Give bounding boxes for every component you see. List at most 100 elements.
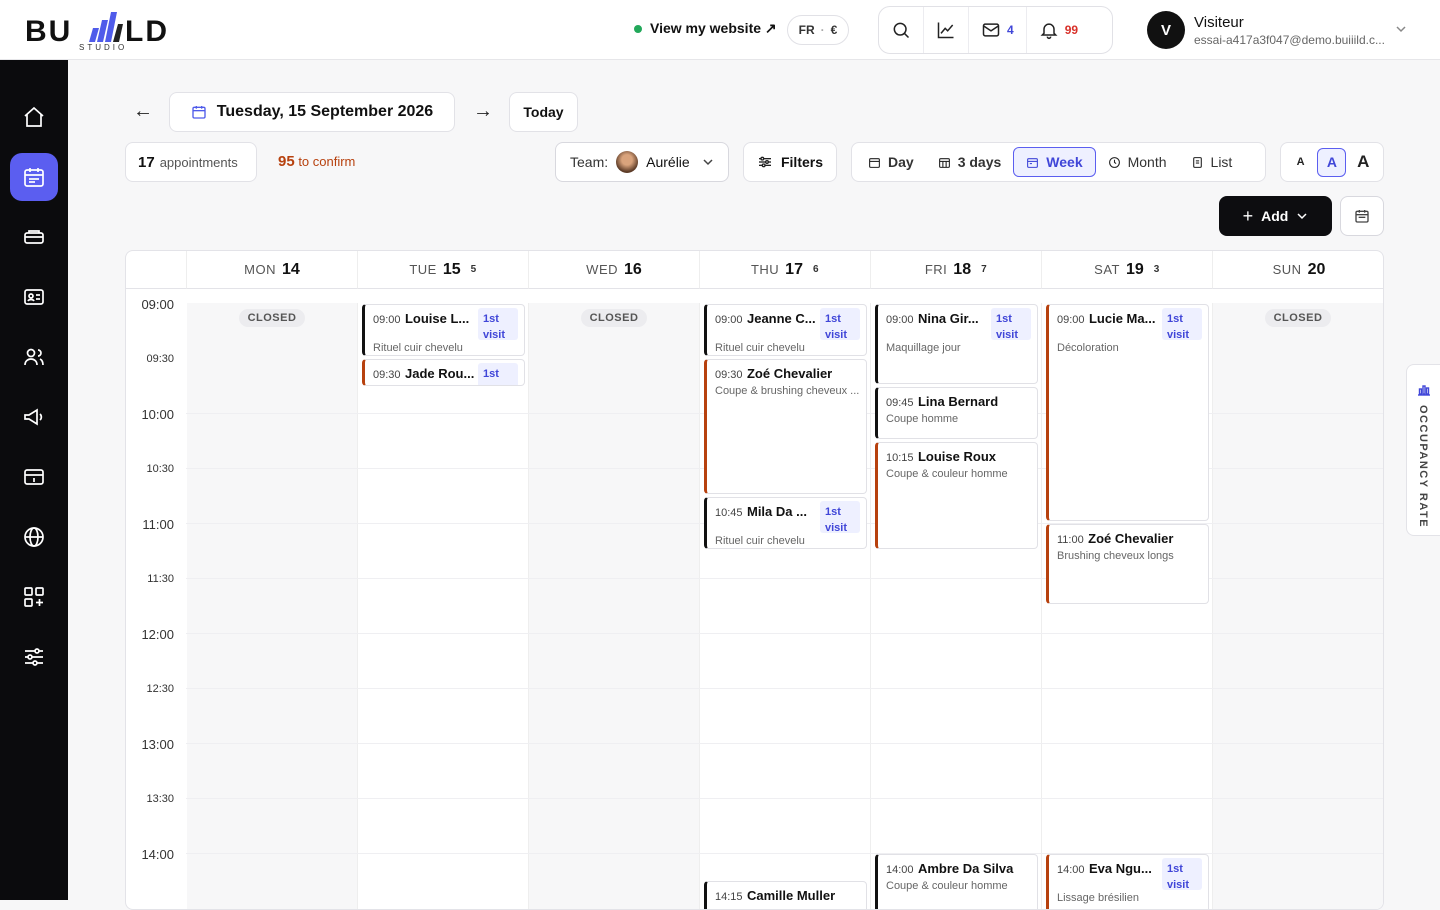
appointment-card[interactable]: 09:30 Zoé Chevalier Coupe & brushing che… <box>704 359 867 494</box>
chevron-down-icon <box>1297 213 1307 220</box>
bar-chart-icon <box>1418 385 1430 396</box>
plus-icon: + <box>1242 205 1254 226</box>
first-visit-badge: 1st visit <box>991 308 1031 341</box>
sidebar-item-clients[interactable] <box>10 273 58 321</box>
week-calendar: MON 14 TUE 15 5 WED 16 THU 17 6 FRI 18 7 SAT 19 3 … <box>125 250 1384 910</box>
top-bar: BU LD STUDIO View my website ↗ FR · € 4 <box>0 0 1440 60</box>
day-header-sun[interactable]: SUN 20 <box>1213 251 1383 289</box>
sliders-icon <box>25 648 43 666</box>
appointment-card[interactable]: 11:00 Zoé Chevalier Brushing cheveux lon… <box>1046 524 1209 604</box>
sidebar-item-settings[interactable] <box>10 633 58 681</box>
text-size-small[interactable]: A <box>1286 148 1315 177</box>
calendar-settings-button[interactable] <box>1340 196 1384 236</box>
time-label: 14:00 <box>141 847 174 862</box>
next-period-button[interactable]: → <box>473 100 493 123</box>
filter-sliders-icon <box>758 156 771 168</box>
add-button[interactable]: + Add <box>1219 196 1332 236</box>
time-label: 10:00 <box>141 407 174 422</box>
text-size-switcher: A A A <box>1280 142 1384 182</box>
day-column-sun[interactable] <box>1213 303 1383 909</box>
services-icon <box>24 230 44 244</box>
day-header-fri[interactable]: FRI 18 7 <box>871 251 1042 289</box>
calendar-3days-icon <box>938 157 950 168</box>
appointment-card[interactable]: 10:15 Louise Roux Coupe & couleur homme <box>875 442 1038 549</box>
time-label: 13:30 <box>146 793 174 805</box>
view-day-tab[interactable]: Day <box>856 147 926 177</box>
stats-button[interactable] <box>924 7 969 53</box>
avatar: V <box>1147 11 1185 49</box>
team-selector[interactable]: Team: Aurélie <box>555 142 729 182</box>
home-icon <box>24 106 44 127</box>
sidebar-item-apps[interactable] <box>10 573 58 621</box>
calendar-day-icon <box>869 157 880 168</box>
time-label: 09:00 <box>141 297 174 312</box>
view-week-tab[interactable]: Week <box>1013 147 1096 177</box>
closed-badge: CLOSED <box>1265 309 1331 327</box>
sidebar-item-website[interactable] <box>10 513 58 561</box>
appointment-card[interactable]: 09:30 Jade Rou... 1st visit <box>362 359 525 386</box>
day-column-wed[interactable] <box>529 303 700 909</box>
closed-badge: CLOSED <box>581 309 647 327</box>
search-button[interactable] <box>879 7 924 53</box>
clock-icon <box>1108 156 1120 168</box>
prev-period-button[interactable]: ← <box>133 100 153 123</box>
sidebar-item-calendar[interactable] <box>10 153 58 201</box>
user-name: Visiteur <box>1194 13 1244 31</box>
sidebar-item-home[interactable] <box>10 93 58 141</box>
text-size-medium[interactable]: A <box>1317 147 1347 177</box>
messages-button[interactable]: 4 <box>969 7 1027 53</box>
view-list-tab[interactable]: List <box>1179 147 1245 177</box>
appointment-card[interactable]: 14:15 Camille Muller <box>704 881 867 909</box>
first-visit-badge: 1st visit <box>1162 858 1202 891</box>
sidebar-item-team[interactable] <box>10 333 58 381</box>
appointment-card[interactable]: 14:00 Ambre Da Silva Coupe & couleur hom… <box>875 854 1038 909</box>
online-status-dot <box>634 24 642 33</box>
appointment-card[interactable]: 14:00 Eva Ngu... Lissage brésilien 1st v… <box>1046 854 1209 909</box>
appointment-card[interactable]: 09:00 Jeanne C... Rituel cuir chevelu 1s… <box>704 304 867 356</box>
first-visit-badge: 1st visit <box>478 308 518 341</box>
view-3days-tab[interactable]: 3 days <box>926 147 1014 177</box>
occupancy-rate-tab[interactable]: OCCUPANCY RATE <box>1406 364 1440 536</box>
globe-icon <box>24 527 44 547</box>
day-column-mon[interactable] <box>187 303 358 909</box>
first-visit-badge: 1st visit <box>820 501 860 534</box>
chart-line-icon <box>937 22 954 39</box>
chevron-down-icon <box>1396 26 1406 33</box>
appointment-card[interactable]: 09:00 Lucie Ma... Décoloration 1st visit <box>1046 304 1209 521</box>
view-month-tab[interactable]: Month <box>1096 147 1179 177</box>
sidebar-item-checkout[interactable] <box>10 453 58 501</box>
filters-button[interactable]: Filters <box>743 142 837 182</box>
view-website-link[interactable]: View my website ↗ <box>634 20 777 37</box>
search-icon <box>893 22 910 39</box>
sidebar-item-marketing[interactable] <box>10 393 58 441</box>
time-label: 13:00 <box>141 737 174 752</box>
user-email: essai-a417a3f047@demo.buiiild.c... <box>1194 32 1385 47</box>
user-menu[interactable]: V Visiteur essai-a417a3f047@demo.buiiild… <box>1147 11 1407 49</box>
today-button[interactable]: Today <box>509 92 578 132</box>
time-label: 10:30 <box>146 463 174 475</box>
time-label: 11:00 <box>142 517 174 532</box>
team-member-avatar <box>616 151 639 173</box>
day-column-tue[interactable] <box>358 303 529 909</box>
megaphone-icon <box>24 408 43 426</box>
day-header-thu[interactable]: THU 17 6 <box>700 251 871 289</box>
appointment-card[interactable]: 09:00 Nina Gir... Maquillage jour 1st vi… <box>875 304 1038 384</box>
day-header-wed[interactable]: WED 16 <box>529 251 700 289</box>
day-header-tue[interactable]: TUE 15 5 <box>358 251 529 289</box>
brand-logo[interactable]: BU LD STUDIO <box>25 8 185 52</box>
calendar-icon <box>192 106 206 119</box>
chevron-down-icon <box>703 159 713 166</box>
text-size-large[interactable]: A <box>1349 148 1378 177</box>
date-picker[interactable]: Tuesday, 15 September 2026 <box>169 92 455 132</box>
day-header-sat[interactable]: SAT 19 3 <box>1042 251 1213 289</box>
appointment-card[interactable]: 09:00 Louise L... Rituel cuir chevelu 1s… <box>362 304 525 356</box>
day-header-mon[interactable]: MON 14 <box>187 251 358 289</box>
calendar-icon <box>1355 210 1369 223</box>
to-confirm-link[interactable]: 95 to confirm <box>278 153 355 170</box>
sidebar-item-services[interactable] <box>10 213 58 261</box>
notifications-button[interactable]: 99 <box>1027 7 1090 53</box>
language-currency-selector[interactable]: FR · € <box>787 15 849 45</box>
appointment-card[interactable]: 09:45 Lina Bernard Coupe homme <box>875 387 1038 439</box>
view-switcher: Day 3 days Week Month List <box>851 142 1266 182</box>
appointment-card[interactable]: 10:45 Mila Da ... Rituel cuir chevelu 1s… <box>704 497 867 549</box>
